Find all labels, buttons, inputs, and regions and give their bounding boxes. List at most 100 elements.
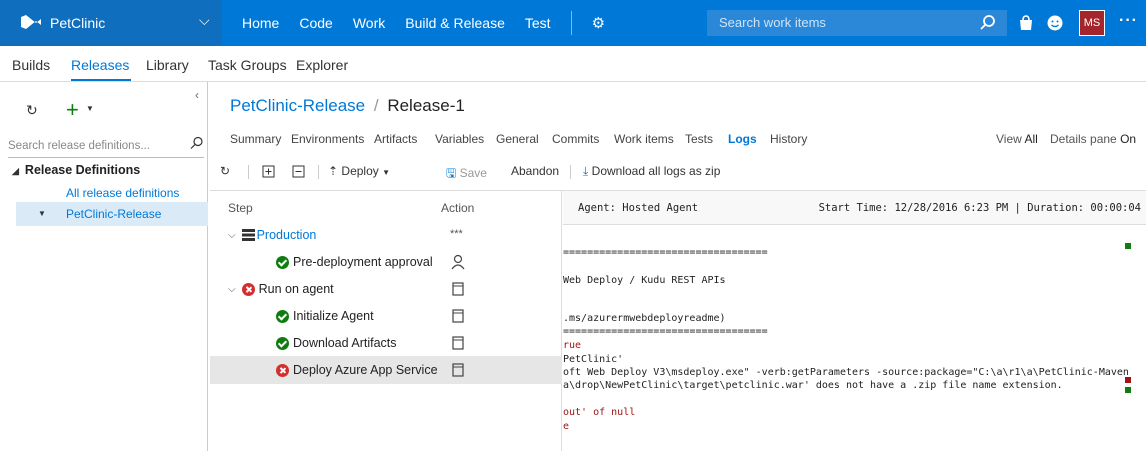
breadcrumb-release: Release-1 xyxy=(387,96,465,115)
scroll-marker-success xyxy=(1125,243,1131,249)
tab-artifacts[interactable]: Artifacts xyxy=(374,132,417,146)
log-viewer[interactable]: Agent: Hosted Agent Start Time: 12/28/20… xyxy=(563,191,1146,451)
log-header: Agent: Hosted Agent Start Time: 12/28/20… xyxy=(563,191,1146,225)
log-icon[interactable] xyxy=(450,281,466,297)
tab-history[interactable]: History xyxy=(770,132,807,146)
definition-item-petclinic-release[interactable]: ▼ PetClinic-Release xyxy=(16,202,208,226)
tab-variables[interactable]: Variables xyxy=(435,132,484,146)
error-icon xyxy=(241,282,255,296)
person-icon[interactable] xyxy=(450,254,466,270)
collapse-triangle-icon[interactable]: ◢ xyxy=(12,166,19,176)
tab-tests[interactable]: Tests xyxy=(685,132,713,146)
expand-triangle-icon[interactable]: ▼ xyxy=(38,209,46,218)
view-value: All xyxy=(1024,132,1038,146)
hub-code[interactable]: Code xyxy=(299,15,332,31)
save-label: Save xyxy=(459,166,487,180)
avatar[interactable]: MS xyxy=(1079,10,1105,36)
chevron-down-icon[interactable]: ⌵ xyxy=(228,284,236,295)
tab-commits[interactable]: Commits xyxy=(552,132,599,146)
step-label: Initialize Agent xyxy=(293,309,374,323)
top-bar: PetClinic ⌵ Home Code Work Build & Relea… xyxy=(0,0,1146,46)
log-line: out' of null xyxy=(563,407,636,418)
log-line: oft Web Deploy V3\msdeploy.exe" -verb:ge… xyxy=(563,367,1129,378)
log-icon[interactable] xyxy=(450,362,466,378)
col-action-header: Action xyxy=(441,201,475,215)
tab-environments[interactable]: Environments xyxy=(291,132,364,146)
success-icon xyxy=(276,336,289,350)
log-line: e xyxy=(563,421,570,432)
expand-all-icon[interactable] xyxy=(262,165,275,178)
view-filter[interactable]: View All xyxy=(996,132,1038,146)
shopping-bag-icon[interactable] xyxy=(1017,14,1035,32)
release-definitions-heading[interactable]: ◢ Release Definitions xyxy=(12,163,140,177)
chevron-down-icon[interactable]: ⌵ xyxy=(228,230,236,241)
chevron-down-icon[interactable]: ⌵ xyxy=(199,12,210,29)
release-definitions-panel: ‹ ↻ + ▼ Search release definitions... ◢ R… xyxy=(0,82,208,451)
step-row-pre-deployment-approval[interactable]: Pre-deployment approval xyxy=(210,248,562,276)
all-release-definitions-link[interactable]: All release definitions xyxy=(66,186,179,200)
view-label: View xyxy=(996,132,1022,146)
search-work-items-input[interactable]: Search work items xyxy=(707,10,1007,36)
log-line: ================================== xyxy=(563,326,768,337)
download-label: Download all logs as zip xyxy=(591,164,721,178)
hub-nav: Home Code Work Build & Release Test ⚙ xyxy=(222,0,605,46)
search-definitions-input[interactable]: Search release definitions... xyxy=(8,134,204,158)
refresh-icon[interactable]: ↻ xyxy=(220,164,230,178)
hub-test[interactable]: Test xyxy=(525,15,551,31)
tab-library[interactable]: Library xyxy=(146,57,189,73)
hub-work[interactable]: Work xyxy=(353,15,385,31)
step-label: Run on agent xyxy=(258,282,334,296)
nav-divider xyxy=(570,11,572,35)
toolbar-divider xyxy=(570,165,571,179)
breadcrumb-separator: / xyxy=(373,96,379,115)
log-line: PetClinic' xyxy=(563,354,624,365)
deploy-label: Deploy xyxy=(341,164,379,178)
step-row-initialize-agent[interactable]: Initialize Agent xyxy=(210,302,562,330)
visual-studio-logo-icon xyxy=(21,15,41,29)
collapse-panel-icon[interactable]: ‹ xyxy=(195,88,199,102)
project-name: PetClinic xyxy=(50,15,106,31)
step-row-deploy-azure-app-service[interactable]: Deploy Azure App Service xyxy=(210,356,562,384)
refresh-icon[interactable]: ↻ xyxy=(26,102,38,119)
collapse-all-icon[interactable] xyxy=(292,165,305,178)
tab-explorer[interactable]: Explorer xyxy=(296,57,348,73)
abandon-button[interactable]: Abandon xyxy=(511,164,559,178)
tab-task-groups[interactable]: Task Groups xyxy=(208,57,287,73)
breadcrumb-definition[interactable]: PetClinic-Release xyxy=(230,96,365,115)
breadcrumb: PetClinic-Release / Release-1 xyxy=(230,96,465,116)
tab-work-items[interactable]: Work items xyxy=(614,132,674,146)
details-pane-toggle[interactable]: Details pane On xyxy=(1050,132,1136,146)
tab-releases[interactable]: Releases xyxy=(71,57,129,73)
success-icon xyxy=(276,255,289,269)
more-icon[interactable]: *** xyxy=(450,228,466,244)
gear-icon[interactable]: ⚙ xyxy=(592,14,605,32)
smiley-icon[interactable] xyxy=(1046,14,1064,32)
tab-logs[interactable]: Logs xyxy=(728,132,757,146)
step-row-download-artifacts[interactable]: Download Artifacts xyxy=(210,329,562,357)
active-tab-indicator xyxy=(71,79,131,81)
search-icon[interactable] xyxy=(979,14,997,32)
details-pane-value: On xyxy=(1120,132,1137,146)
more-icon[interactable]: ··· xyxy=(1119,12,1138,30)
hub-home[interactable]: Home xyxy=(242,15,279,31)
hub-build-release[interactable]: Build & Release xyxy=(405,15,505,31)
tab-general[interactable]: General xyxy=(496,132,539,146)
project-switcher[interactable]: PetClinic ⌵ xyxy=(0,0,222,46)
log-icon[interactable] xyxy=(450,335,466,351)
chevron-down-icon[interactable]: ▼ xyxy=(86,104,94,113)
deploy-button[interactable]: ⇡ Deploy ▼ xyxy=(328,164,390,178)
add-definition-icon[interactable]: + xyxy=(66,97,79,123)
col-step-header: Step xyxy=(228,201,253,215)
step-row-run-on-agent[interactable]: ⌵ Run on agent xyxy=(210,275,562,303)
save-icon: 🖫 xyxy=(446,166,457,180)
search-icon[interactable] xyxy=(190,136,204,150)
save-button[interactable]: 🖫 Save xyxy=(446,164,487,185)
tab-builds[interactable]: Builds xyxy=(12,57,50,73)
download-logs-button[interactable]: ⤓ Download all logs as zip xyxy=(583,164,720,179)
download-icon: ⤓ xyxy=(583,164,589,178)
step-row-production[interactable]: ⌵ Production *** xyxy=(210,221,562,249)
tab-summary[interactable]: Summary xyxy=(230,132,281,146)
step-label[interactable]: Production xyxy=(257,228,317,242)
log-icon[interactable] xyxy=(450,308,466,324)
deploy-icon: ⇡ xyxy=(328,164,339,178)
